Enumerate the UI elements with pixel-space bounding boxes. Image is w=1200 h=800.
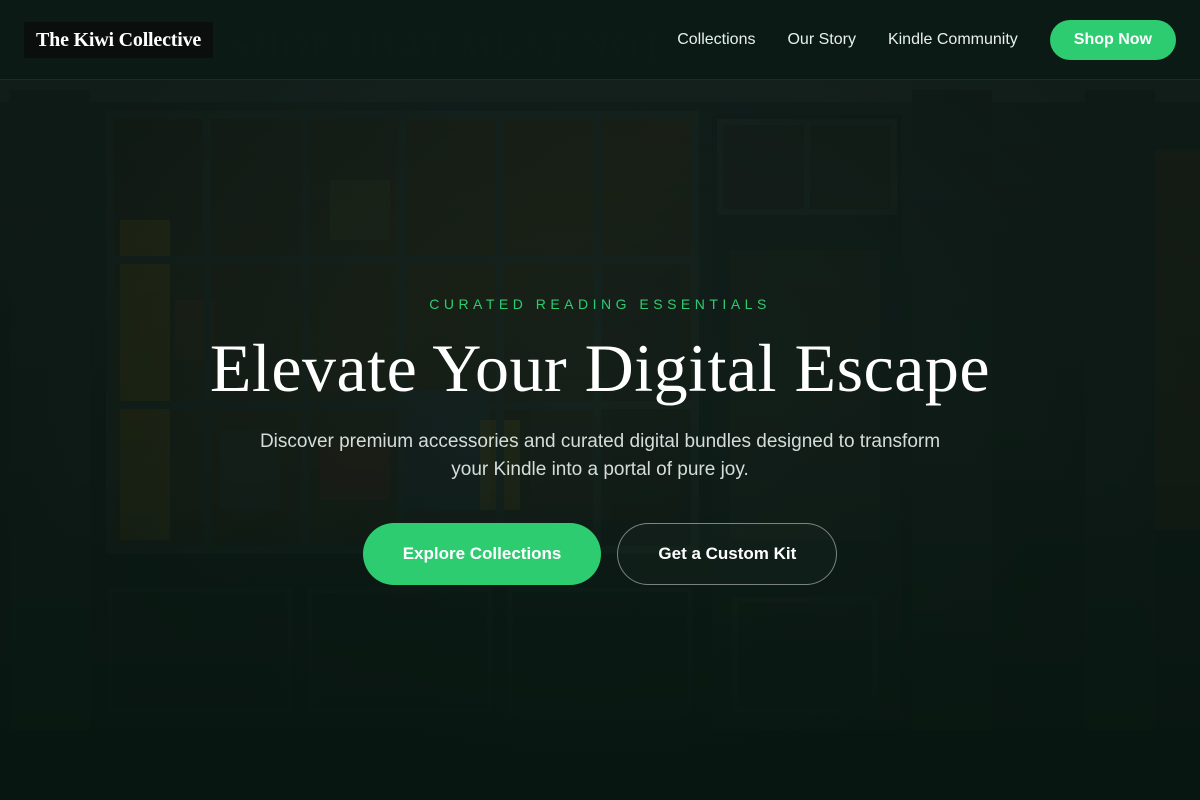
brand-logo[interactable]: The Kiwi Collective (24, 22, 214, 58)
hero-section: CURATED READING ESSENTIALS Elevate Your … (0, 80, 1200, 800)
get-custom-kit-button[interactable]: Get a Custom Kit (617, 523, 838, 585)
explore-collections-button[interactable]: Explore Collections (362, 523, 602, 585)
nav-link-collections[interactable]: Collections (677, 31, 755, 49)
hero-headline: Elevate Your Digital Escape (209, 330, 991, 406)
nav-link-our-story[interactable]: Our Story (787, 31, 855, 49)
landing-page: SHOP THAT MUST NOT The Kiwi Collective C… (0, 0, 1200, 800)
shop-now-button[interactable]: Shop Now (1049, 20, 1176, 60)
hero-cta-group: Explore Collections Get a Custom Kit (0, 523, 1200, 585)
hero-eyebrow: CURATED READING ESSENTIALS (429, 296, 771, 312)
hero-subtitle: Discover premium accessories and curated… (259, 431, 941, 480)
nav-link-kindle-community[interactable]: Kindle Community (888, 31, 1018, 49)
site-header: The Kiwi Collective Collections Our Stor… (0, 0, 1200, 80)
main-nav: Collections Our Story Kindle Community S… (677, 0, 1176, 80)
